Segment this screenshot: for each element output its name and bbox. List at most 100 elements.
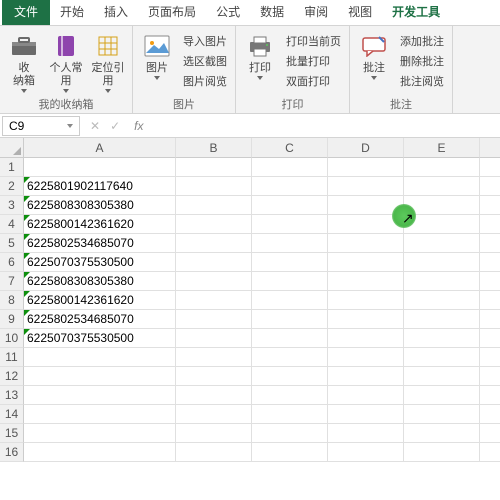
cell[interactable] <box>480 386 500 405</box>
cell[interactable] <box>480 272 500 291</box>
screenshot-button[interactable]: 选区截图 <box>179 52 231 70</box>
cell[interactable] <box>252 329 328 348</box>
add-comment-button[interactable]: 添加批注 <box>396 32 448 50</box>
cell[interactable] <box>480 424 500 443</box>
row-header[interactable]: 8 <box>0 291 24 310</box>
cell[interactable] <box>480 310 500 329</box>
tab-insert[interactable]: 插入 <box>94 0 138 25</box>
picture-button[interactable]: 图片 <box>137 28 177 80</box>
cell[interactable] <box>480 196 500 215</box>
cell[interactable] <box>176 177 252 196</box>
col-header[interactable]: B <box>176 138 252 158</box>
cell[interactable] <box>24 367 176 386</box>
cell[interactable] <box>328 310 404 329</box>
cell[interactable]: 6225808308305380 <box>24 272 176 291</box>
cell[interactable] <box>480 234 500 253</box>
cell[interactable] <box>328 291 404 310</box>
cell[interactable]: 6225801902117640 <box>24 177 176 196</box>
cell[interactable] <box>480 253 500 272</box>
tab-developer[interactable]: 开发工具 <box>382 0 450 25</box>
cell[interactable] <box>404 424 480 443</box>
cell[interactable] <box>252 348 328 367</box>
cell[interactable] <box>252 310 328 329</box>
cell[interactable] <box>252 405 328 424</box>
confirm-icon[interactable]: ✓ <box>110 119 120 133</box>
cell[interactable] <box>24 386 176 405</box>
cell[interactable] <box>252 158 328 177</box>
cell[interactable] <box>328 367 404 386</box>
cell[interactable] <box>404 348 480 367</box>
cell[interactable]: 6225802534685070 <box>24 234 176 253</box>
col-header[interactable]: E <box>404 138 480 158</box>
cell[interactable] <box>480 348 500 367</box>
row-header[interactable]: 6 <box>0 253 24 272</box>
cell[interactable] <box>252 272 328 291</box>
row-header[interactable]: 4 <box>0 215 24 234</box>
select-all-corner[interactable] <box>0 138 24 158</box>
cell[interactable] <box>404 443 480 462</box>
row-header[interactable]: 13 <box>0 386 24 405</box>
cell[interactable] <box>24 158 176 177</box>
col-header[interactable]: A <box>24 138 176 158</box>
batch-print-button[interactable]: 批量打印 <box>282 52 345 70</box>
cell[interactable] <box>328 158 404 177</box>
cell[interactable] <box>176 367 252 386</box>
cell[interactable] <box>404 329 480 348</box>
cell[interactable] <box>176 215 252 234</box>
cell[interactable]: 6225800142361620 <box>24 291 176 310</box>
cancel-icon[interactable]: ✕ <box>90 119 100 133</box>
cell[interactable] <box>328 234 404 253</box>
cell[interactable] <box>24 405 176 424</box>
cell[interactable] <box>252 215 328 234</box>
cell[interactable] <box>404 272 480 291</box>
cell[interactable] <box>404 253 480 272</box>
cell[interactable] <box>328 272 404 291</box>
cell[interactable] <box>328 443 404 462</box>
cell[interactable]: 6225070375530500 <box>24 253 176 272</box>
cell[interactable] <box>176 405 252 424</box>
cell[interactable] <box>176 348 252 367</box>
tab-formula[interactable]: 公式 <box>206 0 250 25</box>
row-header[interactable]: 14 <box>0 405 24 424</box>
cell[interactable] <box>24 443 176 462</box>
personal-fav-button[interactable]: 个人常用 <box>46 28 86 93</box>
cell[interactable] <box>24 424 176 443</box>
cell[interactable] <box>328 177 404 196</box>
cell[interactable] <box>328 405 404 424</box>
name-box[interactable]: C9 <box>2 116 80 136</box>
cell[interactable] <box>176 253 252 272</box>
cell[interactable] <box>328 424 404 443</box>
view-comment-button[interactable]: 批注阅览 <box>396 72 448 90</box>
tab-view[interactable]: 视图 <box>338 0 382 25</box>
tab-layout[interactable]: 页面布局 <box>138 0 206 25</box>
cell[interactable] <box>252 177 328 196</box>
cell[interactable] <box>24 348 176 367</box>
cell[interactable] <box>404 367 480 386</box>
cell[interactable] <box>176 291 252 310</box>
row-header[interactable]: 1 <box>0 158 24 177</box>
cell[interactable] <box>480 158 500 177</box>
cell[interactable] <box>404 158 480 177</box>
cell[interactable] <box>328 348 404 367</box>
cell[interactable] <box>176 329 252 348</box>
row-header[interactable]: 10 <box>0 329 24 348</box>
del-comment-button[interactable]: 删除批注 <box>396 52 448 70</box>
fx-label[interactable]: fx <box>134 119 143 133</box>
cell[interactable] <box>480 405 500 424</box>
cell[interactable] <box>328 386 404 405</box>
cell[interactable] <box>176 234 252 253</box>
cell[interactable] <box>176 310 252 329</box>
cell[interactable] <box>404 234 480 253</box>
print-button[interactable]: 打印 <box>240 28 280 80</box>
cell[interactable] <box>480 291 500 310</box>
cell[interactable] <box>404 291 480 310</box>
row-header[interactable]: 15 <box>0 424 24 443</box>
cell[interactable]: 6225800142361620 <box>24 215 176 234</box>
cell[interactable] <box>176 443 252 462</box>
cell[interactable] <box>480 329 500 348</box>
duplex-print-button[interactable]: 双面打印 <box>282 72 345 90</box>
cell[interactable] <box>176 158 252 177</box>
locate-ref-button[interactable]: 定位引用 <box>88 28 128 93</box>
print-current-button[interactable]: 打印当前页 <box>282 32 345 50</box>
col-header[interactable] <box>480 138 500 158</box>
